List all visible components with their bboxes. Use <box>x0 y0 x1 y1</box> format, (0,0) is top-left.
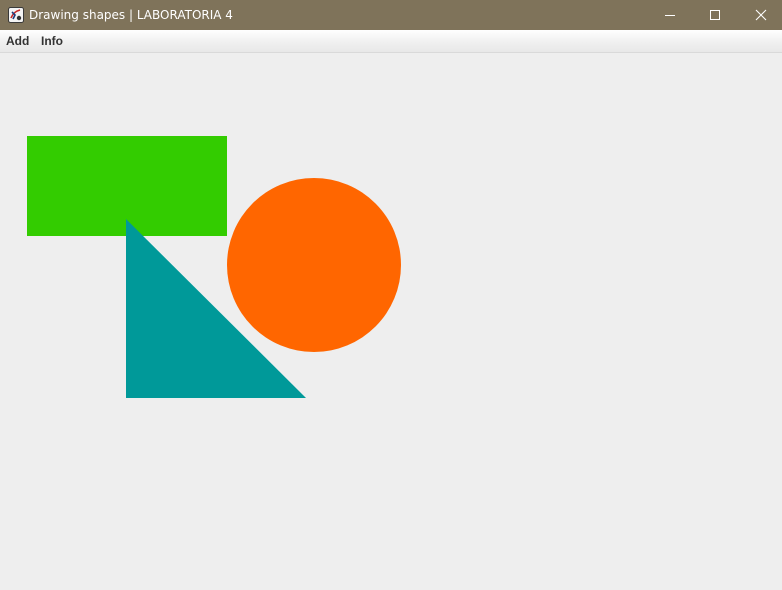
menu-bar: Add Info <box>0 30 782 53</box>
maximize-icon <box>710 10 720 20</box>
close-icon <box>755 9 767 21</box>
drawing-canvas[interactable] <box>0 53 782 590</box>
menu-add[interactable]: Add <box>6 33 29 49</box>
app-window: Drawing shapes | LABORATORIA 4 Add Info <box>0 0 782 590</box>
minimize-icon <box>665 15 675 16</box>
close-button[interactable] <box>738 0 782 30</box>
teal-triangle <box>126 219 306 398</box>
title-bar[interactable]: Drawing shapes | LABORATORIA 4 <box>0 0 782 30</box>
menu-info[interactable]: Info <box>41 33 63 49</box>
java-app-icon <box>8 7 24 23</box>
maximize-button[interactable] <box>692 0 738 30</box>
window-title: Drawing shapes | LABORATORIA 4 <box>29 8 233 22</box>
triangle-polygon <box>126 219 306 398</box>
minimize-button[interactable] <box>647 0 693 30</box>
